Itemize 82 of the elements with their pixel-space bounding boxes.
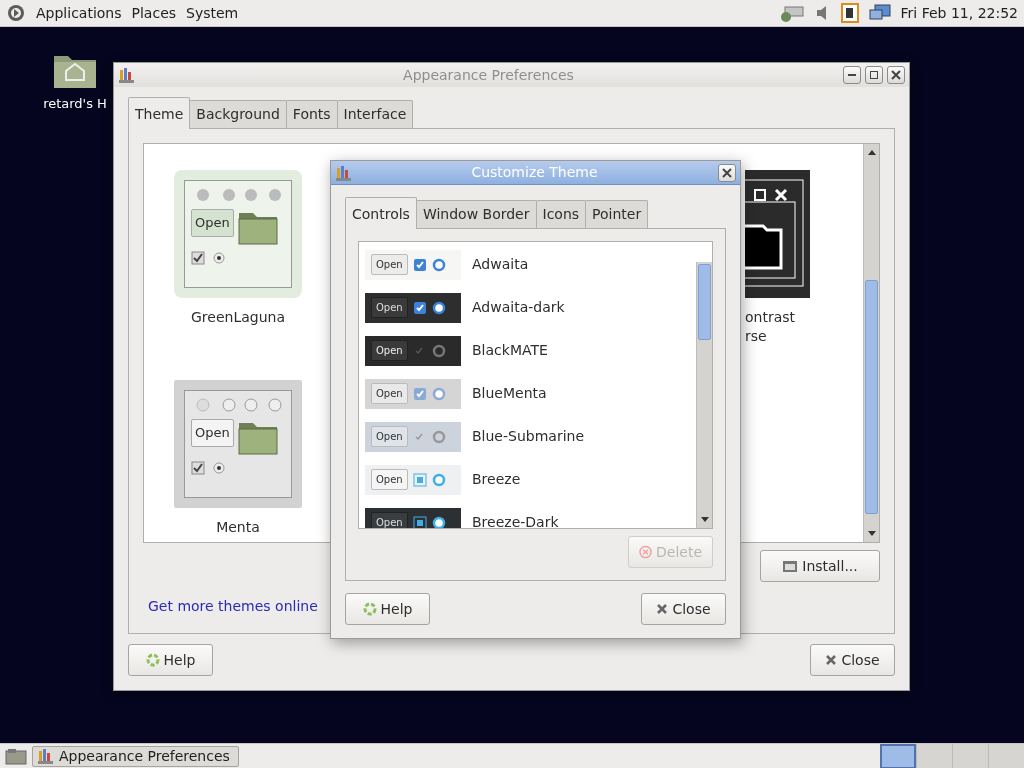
folder-icon: [782, 559, 799, 573]
minimize-button[interactable]: [843, 66, 861, 84]
panel-menu[interactable]: Places: [131, 2, 177, 24]
open-button-preview: Open: [371, 297, 408, 318]
theme-name: Blue-Submarine: [472, 427, 585, 446]
scrollbar[interactable]: [696, 262, 712, 528]
maximize-button[interactable]: [865, 66, 883, 84]
scrollbar[interactable]: [863, 144, 879, 542]
theme-name: Menta: [216, 518, 260, 537]
close-button[interactable]: [718, 163, 736, 182]
theme-name: BlackMATE: [472, 341, 548, 360]
open-button-preview: Open: [371, 254, 408, 275]
open-button-preview: Open: [371, 512, 408, 528]
checkbox-radio-icon: [412, 470, 447, 489]
window-title: Appearance Preferences: [402, 65, 575, 85]
theme-name: BlueMenta: [472, 384, 547, 403]
more-themes-link[interactable]: Get more themes online: [148, 598, 318, 614]
tab[interactable]: Background: [189, 100, 287, 128]
app-icon: [37, 747, 53, 765]
app-icon: [118, 66, 134, 84]
taskbar-button[interactable]: Appearance Preferences: [32, 745, 239, 767]
app-icon: [335, 163, 351, 182]
minimize-icon: [848, 74, 856, 76]
desktop-icon-label[interactable]: retard's H: [43, 94, 107, 114]
delete-icon: [639, 545, 652, 559]
tab[interactable]: Controls: [345, 197, 417, 229]
open-button-preview: Open: [191, 209, 234, 237]
tab[interactable]: Theme: [128, 97, 191, 129]
close-icon: [825, 654, 838, 666]
theme-row[interactable]: Open BlueMenta: [359, 372, 696, 415]
monitor-icon[interactable]: [868, 3, 891, 23]
theme-row[interactable]: Open Blue-Submarine: [359, 415, 696, 458]
workspace[interactable]: [880, 743, 916, 768]
theme-name: GreenLaguna: [191, 308, 285, 327]
theme-name: Breeze: [472, 470, 521, 489]
theme-preview[interactable]: Open: [174, 170, 302, 298]
close-icon: [891, 70, 901, 80]
tab[interactable]: Pointer: [585, 200, 649, 228]
dialog-title: Customize Theme: [470, 163, 599, 182]
menu-logo-icon[interactable]: [6, 3, 26, 23]
scroll-thumb[interactable]: [698, 264, 711, 340]
show-desktop-icon[interactable]: [4, 747, 28, 765]
open-button-preview: Open: [371, 426, 408, 447]
close-button[interactable]: Close: [641, 593, 726, 625]
close-icon: [722, 167, 732, 178]
tab[interactable]: Icons: [535, 200, 587, 228]
open-button-preview: Open: [371, 383, 408, 404]
close-button[interactable]: [887, 66, 905, 84]
theme-row[interactable]: Open Breeze: [359, 458, 696, 501]
theme-name: ontrast rse: [745, 308, 796, 346]
theme-name: Breeze-Dark: [472, 513, 559, 528]
open-button-preview: Open: [371, 469, 408, 490]
install-button[interactable]: Install...: [760, 550, 880, 582]
theme-name: Adwaita-dark: [472, 298, 565, 317]
panel-menu[interactable]: System: [186, 2, 239, 24]
lifebuoy-icon: [145, 653, 160, 667]
scroll-down-icon[interactable]: [867, 531, 876, 537]
theme-row[interactable]: Open Adwaita: [359, 243, 696, 286]
panel-menu[interactable]: Applications: [36, 2, 122, 24]
theme-name: Adwaita: [472, 255, 529, 274]
open-button-preview: Open: [371, 340, 408, 361]
network-icon[interactable]: [778, 3, 805, 23]
tab[interactable]: Window Border: [415, 200, 537, 228]
theme-preview[interactable]: Open: [174, 380, 302, 508]
scroll-down-icon[interactable]: [700, 517, 709, 523]
help-button[interactable]: Help: [128, 644, 213, 676]
theme-row[interactable]: Open Breeze-Dark: [359, 501, 696, 528]
scroll-up-icon[interactable]: [867, 149, 876, 155]
tab[interactable]: Interface: [336, 100, 414, 128]
theme-row[interactable]: Open BlackMATE: [359, 329, 696, 372]
clock[interactable]: Fri Feb 11, 22:52: [900, 2, 1018, 24]
scroll-thumb[interactable]: [865, 280, 878, 514]
lifebuoy-icon: [362, 602, 377, 616]
close-button[interactable]: Close: [810, 644, 895, 676]
close-icon: [656, 603, 669, 615]
clipboard-icon[interactable]: [840, 3, 859, 23]
theme-row[interactable]: Open Adwaita-dark: [359, 286, 696, 329]
theme-preview[interactable]: [745, 170, 810, 298]
help-button[interactable]: Help: [345, 593, 430, 625]
tab[interactable]: Fonts: [285, 100, 338, 128]
maximize-icon: [869, 70, 879, 80]
open-button-preview: Open: [191, 419, 234, 447]
